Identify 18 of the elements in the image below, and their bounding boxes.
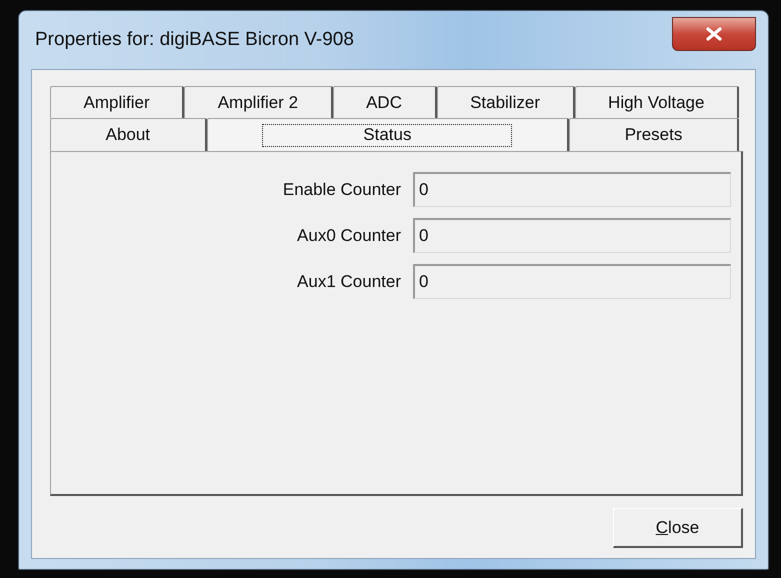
counter-field[interactable]: 0 (413, 264, 731, 299)
field-label: Aux0 Counter (296, 226, 401, 246)
close-icon (705, 27, 723, 41)
tab[interactable]: High Voltage (574, 86, 739, 118)
tab[interactable]: Presets (569, 118, 739, 151)
counter-field[interactable]: 0 (413, 218, 731, 253)
tab[interactable]: Amplifier (50, 86, 184, 118)
tab[interactable]: Stabilizer (436, 86, 575, 118)
counter-field[interactable]: 0 (413, 172, 731, 207)
tab[interactable]: About (50, 118, 207, 151)
field-label: Aux1 Counter (296, 272, 401, 292)
window-title: Properties for: digiBASE Bicron V-908 (35, 29, 354, 51)
close-window-button[interactable] (672, 17, 756, 51)
tab[interactable]: ADC (332, 86, 437, 118)
tab[interactable]: Amplifier 2 (184, 86, 333, 118)
tab[interactable]: Status (206, 118, 570, 151)
close-button[interactable]: Close (613, 508, 743, 548)
field-label: Enable Counter (282, 180, 401, 200)
